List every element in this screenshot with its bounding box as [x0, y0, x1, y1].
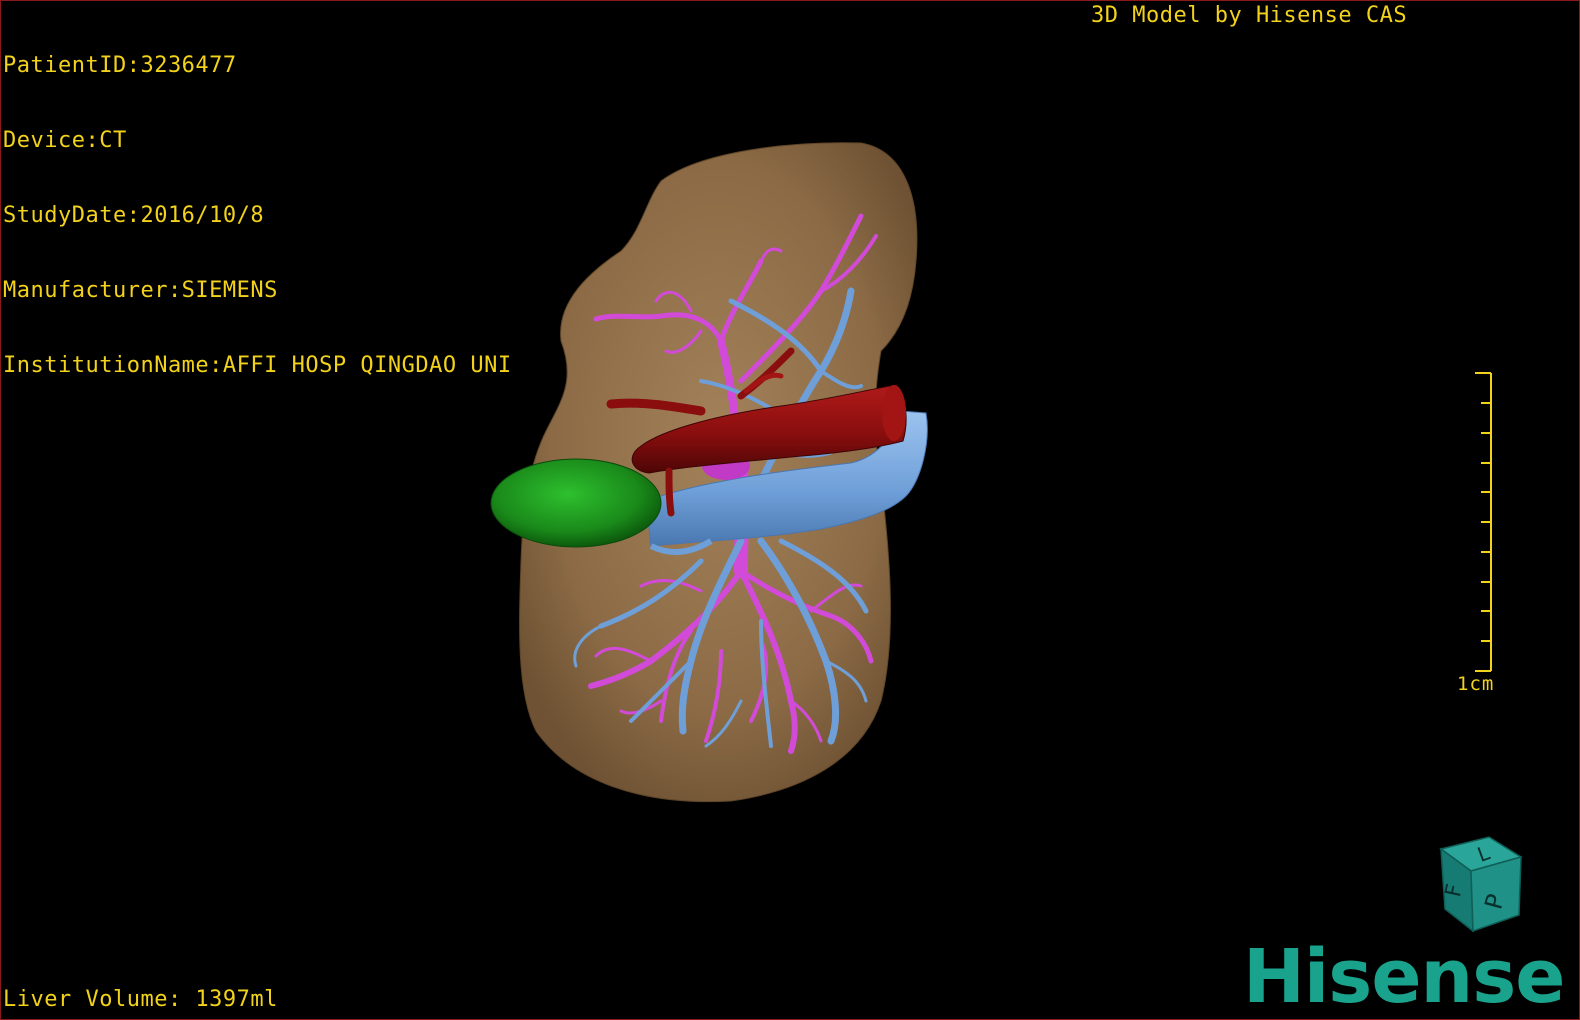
hisense-logo: Hisense — [1243, 934, 1565, 1020]
device-label: Device:CT — [3, 128, 127, 153]
dicom-info-block: PatientID:3236477 Device:CT StudyDate:20… — [3, 3, 512, 428]
gallbladder — [490, 458, 662, 548]
study-date-label: StudyDate:2016/10/8 — [3, 203, 265, 228]
model-credit-label: 3D Model by Hisense CAS — [1091, 3, 1408, 28]
patient-id-label: PatientID:3236477 — [3, 53, 237, 78]
orientation-cube[interactable]: F L P — [1419, 831, 1529, 941]
scale-bar — [1475, 372, 1492, 672]
institution-label: InstitutionName:AFFI HOSP QINGDAO UNI — [3, 353, 512, 378]
manufacturer-label: Manufacturer:SIEMENS — [3, 278, 278, 303]
liver-volume-label: Liver Volume: 1397ml — [3, 987, 278, 1012]
3d-viewport[interactable]: PatientID:3236477 Device:CT StudyDate:20… — [0, 0, 1580, 1020]
scale-bar-label: 1cm — [1457, 673, 1495, 695]
